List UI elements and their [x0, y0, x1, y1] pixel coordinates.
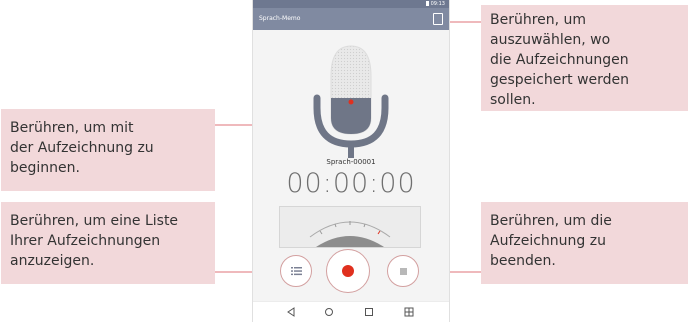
callout-storage: Berühren, um auszuwählen, wo die Aufzeic… [481, 5, 688, 111]
callout-line: anzuzeigen. [10, 253, 95, 269]
home-icon[interactable] [323, 306, 335, 318]
status-time: 09:13 [430, 1, 445, 7]
callout-line: gespeichert werden sollen. [490, 72, 630, 108]
callout-line: Berühren, um die [490, 213, 612, 229]
stop-icon [400, 268, 407, 275]
callout-line: auszuwählen, wo [490, 32, 611, 48]
microphone-icon [313, 45, 389, 158]
callout-line: Berühren, um [490, 12, 587, 28]
callout-line: beenden. [490, 253, 556, 269]
recorder-controls [253, 244, 449, 294]
callout-line: Ihrer Aufzeichnungen [10, 233, 161, 249]
list-icon [291, 267, 302, 276]
recording-name: Sprach-00001 [326, 158, 376, 166]
callout-start-recording: Berühren, um mit der Aufzeichnung zu beg… [1, 109, 215, 191]
navigation-bar [253, 301, 449, 322]
status-bar: 09:13 [253, 0, 449, 8]
storage-icon[interactable] [433, 13, 443, 25]
record-icon [342, 265, 354, 277]
callout-line: Berühren, um eine Liste [10, 213, 179, 229]
recording-timer: 00:00:00 [286, 168, 416, 199]
app-title: Sprach-Memo [259, 15, 301, 22]
record-button[interactable] [326, 249, 370, 293]
stop-button[interactable] [387, 255, 419, 287]
app-bar: Sprach-Memo [253, 8, 449, 30]
callout-line: Berühren, um mit [10, 120, 134, 136]
callout-line: der Aufzeichnung zu [10, 140, 154, 156]
recordings-list-button[interactable] [280, 255, 312, 287]
callout-line: die Aufzeichnungen [490, 52, 629, 68]
phone-screen: 09:13 Sprach-Memo Sprach-00001 00:00:00 [252, 0, 450, 322]
callout-line: beginnen. [10, 160, 80, 176]
back-icon[interactable] [285, 306, 297, 318]
battery-icon [426, 1, 429, 6]
callout-recordings-list: Berühren, um eine Liste Ihrer Aufzeichnu… [1, 202, 215, 284]
vu-meter [279, 206, 421, 248]
recent-apps-icon[interactable] [363, 306, 375, 318]
callout-line: Aufzeichnung zu [490, 233, 606, 249]
callout-stop-recording: Berühren, um die Aufzeichnung zu beenden… [481, 202, 688, 284]
dual-window-icon[interactable] [403, 306, 415, 318]
